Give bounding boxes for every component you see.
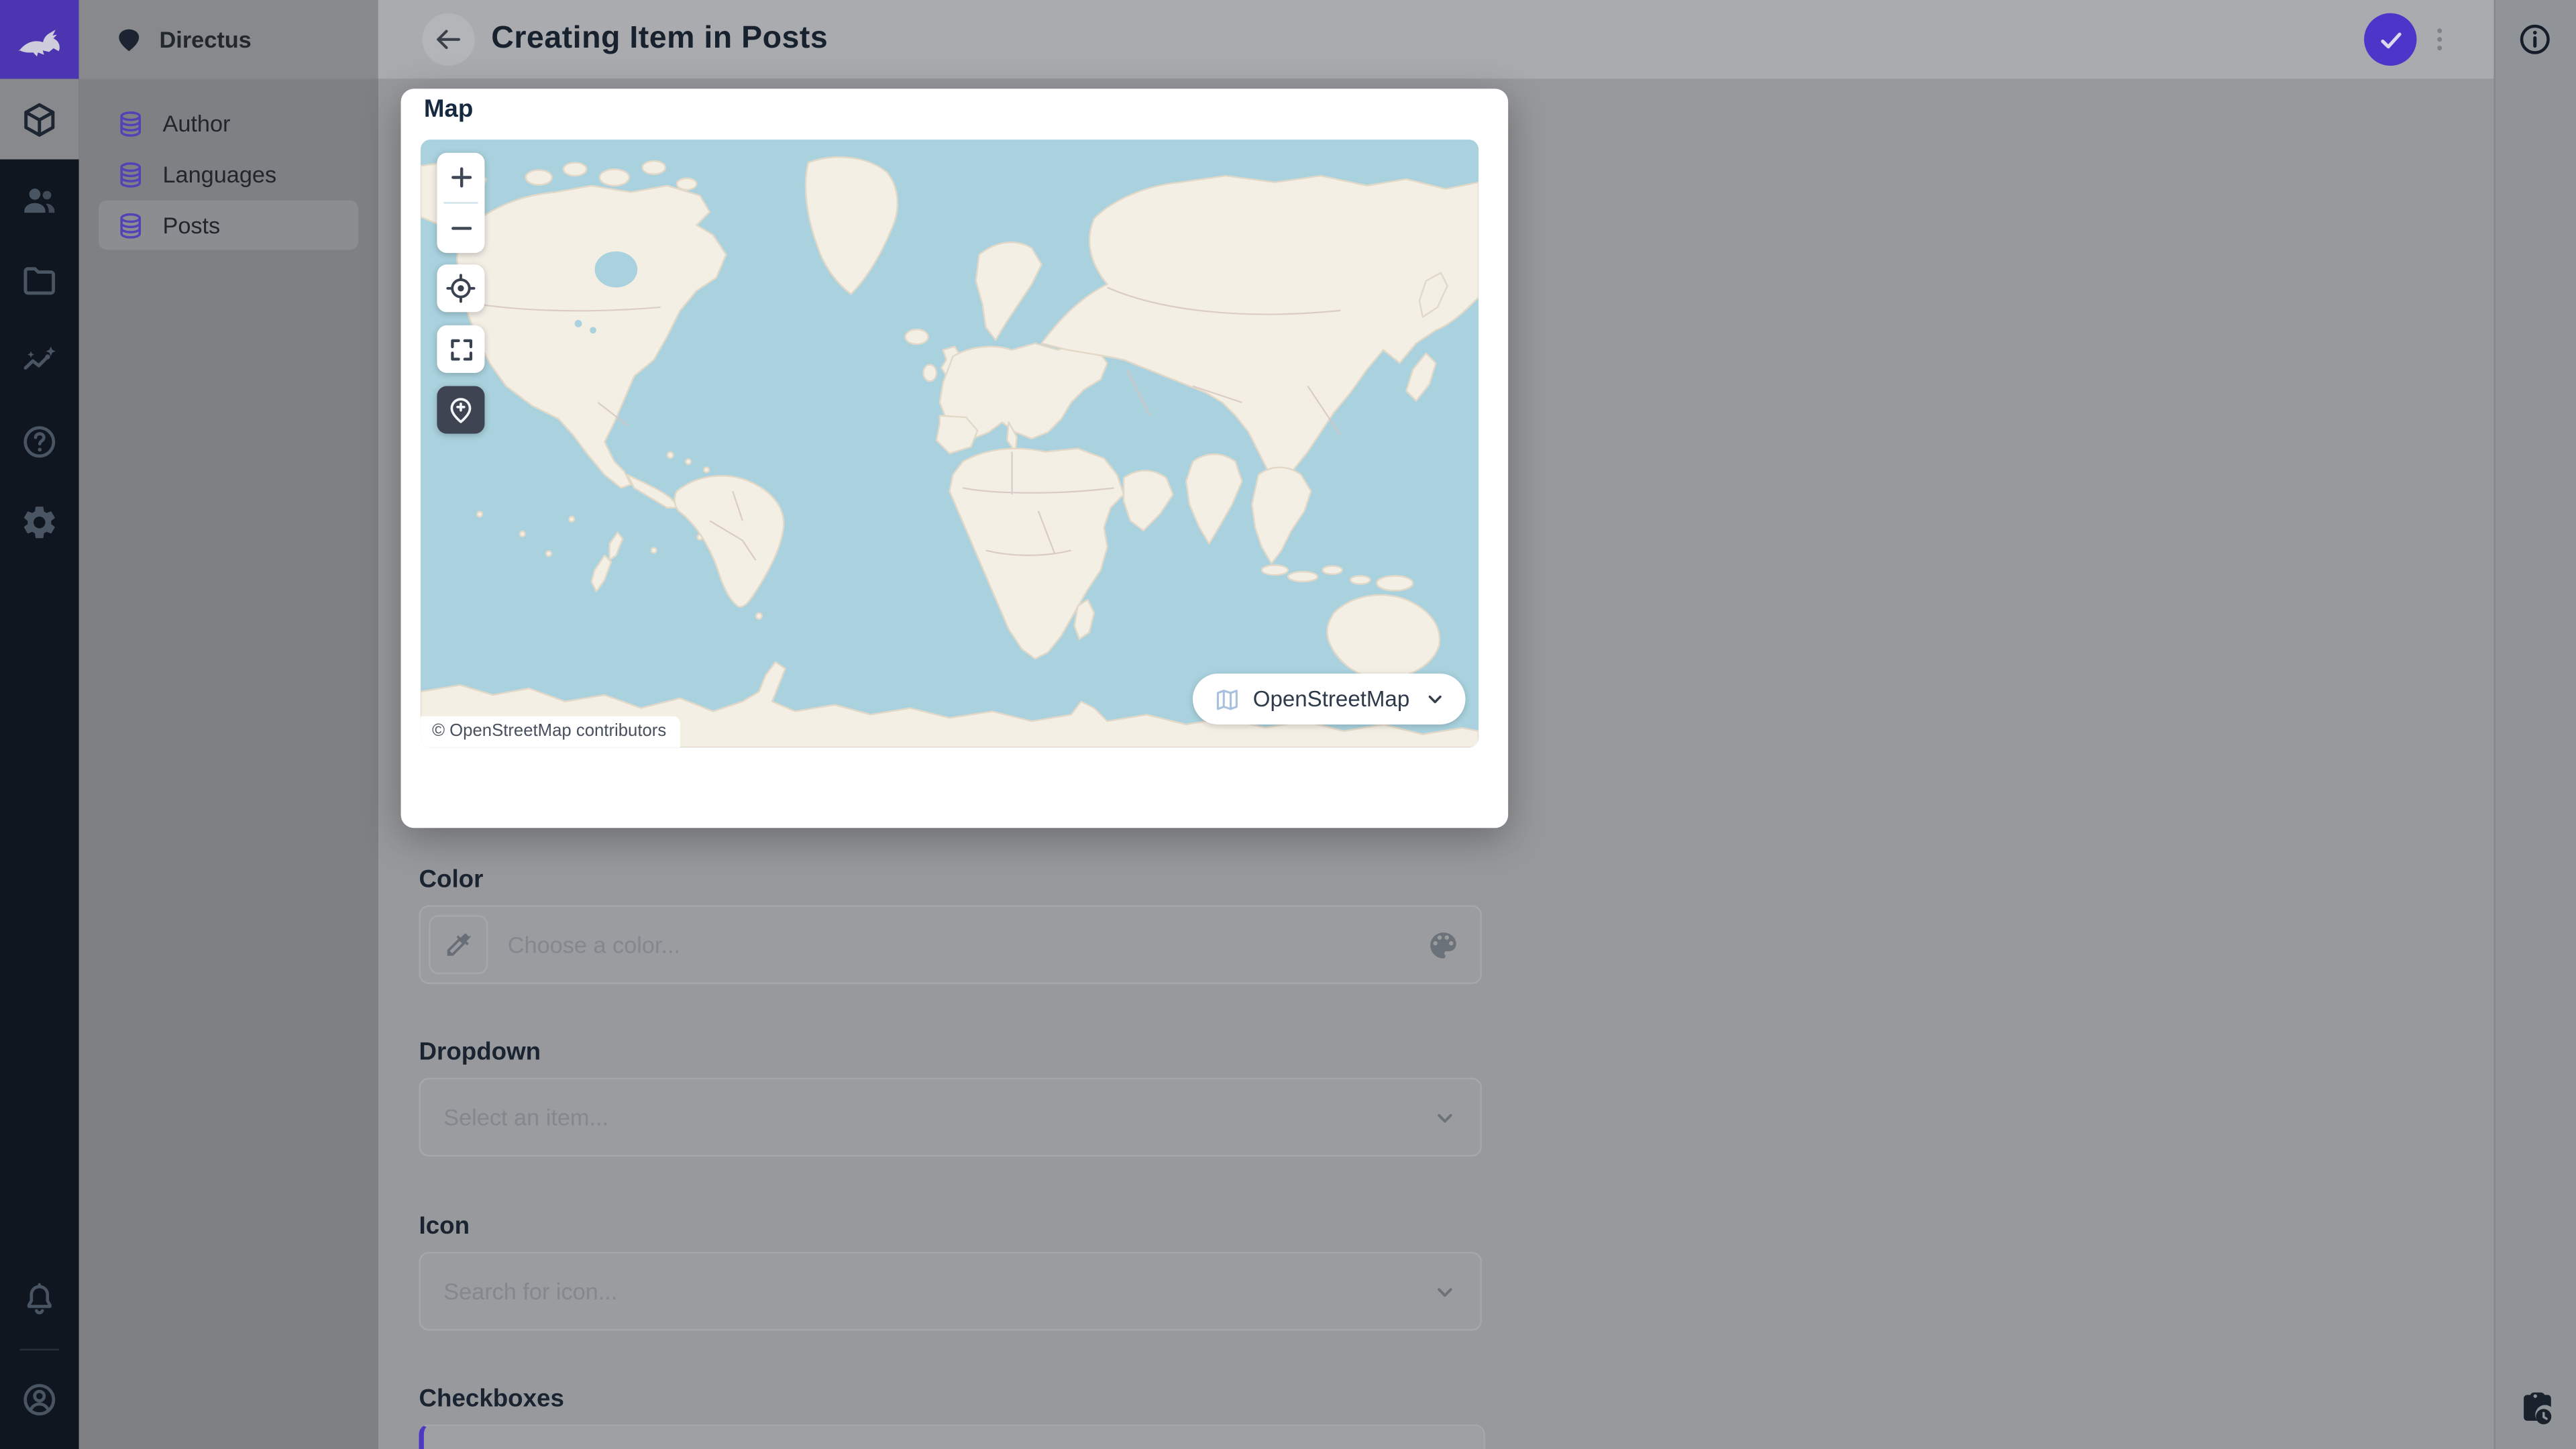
zoom-out-button[interactable] (437, 204, 484, 253)
module-bar-divider (19, 1348, 60, 1351)
basemap-selector[interactable]: OpenStreetMap (1192, 674, 1466, 725)
app-window: Directus Author Languages Posts Creating… (0, 0, 2576, 1449)
module-bar-bottom (0, 1270, 79, 1449)
arrow-back-icon (437, 30, 460, 50)
add-marker-button[interactable] (437, 386, 485, 434)
map-canvas[interactable]: © OpenStreetMap contributors OpenStreetM… (420, 140, 1479, 748)
collections-list: Author Languages Posts (79, 79, 378, 272)
checkboxes-group[interactable] (419, 1424, 1485, 1449)
icon-field[interactable] (419, 1252, 1482, 1331)
more-options-button[interactable] (2423, 13, 2456, 66)
icon-search-input[interactable] (420, 1278, 1430, 1305)
cube-icon (24, 102, 55, 136)
map-pin-plus-icon (450, 398, 472, 423)
rabbit-logo-icon (19, 30, 60, 57)
checkboxes-field-label: Checkboxes (419, 1385, 564, 1413)
color-field-label: Color (419, 865, 484, 894)
folder-icon (23, 266, 56, 294)
geolocate-button[interactable] (437, 264, 485, 313)
dropdown-input[interactable] (420, 1104, 1430, 1130)
module-file-library[interactable] (0, 240, 79, 321)
navigation-sidebar: Directus Author Languages Posts (78, 0, 378, 1449)
module-content[interactable] (0, 78, 79, 160)
nav-item-languages[interactable]: Languages (99, 150, 358, 199)
color-input[interactable] (488, 931, 1426, 958)
dropdown-field[interactable] (419, 1077, 1482, 1157)
database-icon (120, 161, 142, 187)
insights-icon (23, 345, 56, 369)
module-settings[interactable] (0, 482, 79, 562)
fullscreen-button[interactable] (437, 325, 485, 373)
bell-icon (27, 1283, 52, 1315)
world-map (420, 140, 1479, 748)
save-button[interactable] (2364, 13, 2417, 66)
module-help[interactable] (0, 401, 79, 482)
eyedropper-icon (447, 933, 471, 956)
module-user-directory[interactable] (0, 160, 79, 240)
check-icon (2380, 32, 2401, 48)
nav-item-label: Languages (162, 161, 277, 188)
basemap-label: OpenStreetMap (1252, 686, 1410, 712)
chevron-down-icon[interactable] (1430, 1276, 1461, 1307)
color-swatch-button[interactable] (429, 915, 488, 975)
clipboard-clock-icon (2524, 1392, 2552, 1425)
right-sidebar-strip (2493, 0, 2576, 1449)
minus-icon (450, 227, 472, 230)
nav-item-label: Author (162, 110, 231, 137)
directus-logo-button[interactable] (0, 0, 79, 79)
palette-icon[interactable] (1426, 927, 1460, 961)
database-icon (120, 212, 142, 238)
more-vert-icon (2437, 28, 2443, 51)
project-header[interactable]: Directus (78, 0, 378, 79)
back-button[interactable] (422, 13, 475, 66)
icon-field-label: Icon (419, 1212, 470, 1240)
gear-icon (23, 506, 55, 538)
help-icon (23, 425, 56, 457)
plus-icon (450, 167, 472, 188)
zoom-in-button[interactable] (437, 153, 484, 202)
info-sidebar-toggle[interactable] (2509, 13, 2561, 66)
users-icon (24, 187, 55, 212)
database-icon (120, 110, 142, 136)
info-icon (2520, 24, 2550, 54)
dropdown-field-label: Dropdown (419, 1038, 541, 1067)
nav-item-posts[interactable]: Posts (98, 200, 358, 250)
module-insights[interactable] (0, 321, 79, 401)
account-button[interactable] (0, 1370, 79, 1429)
notifications-button[interactable] (0, 1270, 79, 1329)
nav-item-label: Posts (162, 211, 221, 239)
chevron-down-icon (1428, 695, 1442, 704)
basemap-icon (1216, 688, 1238, 710)
module-bar (0, 0, 79, 1449)
nav-item-author[interactable]: Author (99, 99, 358, 148)
directus-project-icon (119, 28, 140, 51)
map-field-label: Map (423, 95, 474, 123)
fullscreen-icon (450, 338, 472, 360)
revisions-sidebar-toggle[interactable] (2512, 1385, 2558, 1431)
zoom-control-group (437, 152, 485, 254)
map-attribution[interactable]: © OpenStreetMap contributors (420, 716, 680, 748)
color-field (419, 905, 1482, 984)
my-location-icon (446, 274, 476, 303)
chevron-down-icon[interactable] (1430, 1102, 1461, 1133)
project-name: Directus (159, 26, 252, 53)
page-title: Creating Item in Posts (491, 21, 828, 56)
account-circle-icon (23, 1384, 56, 1415)
